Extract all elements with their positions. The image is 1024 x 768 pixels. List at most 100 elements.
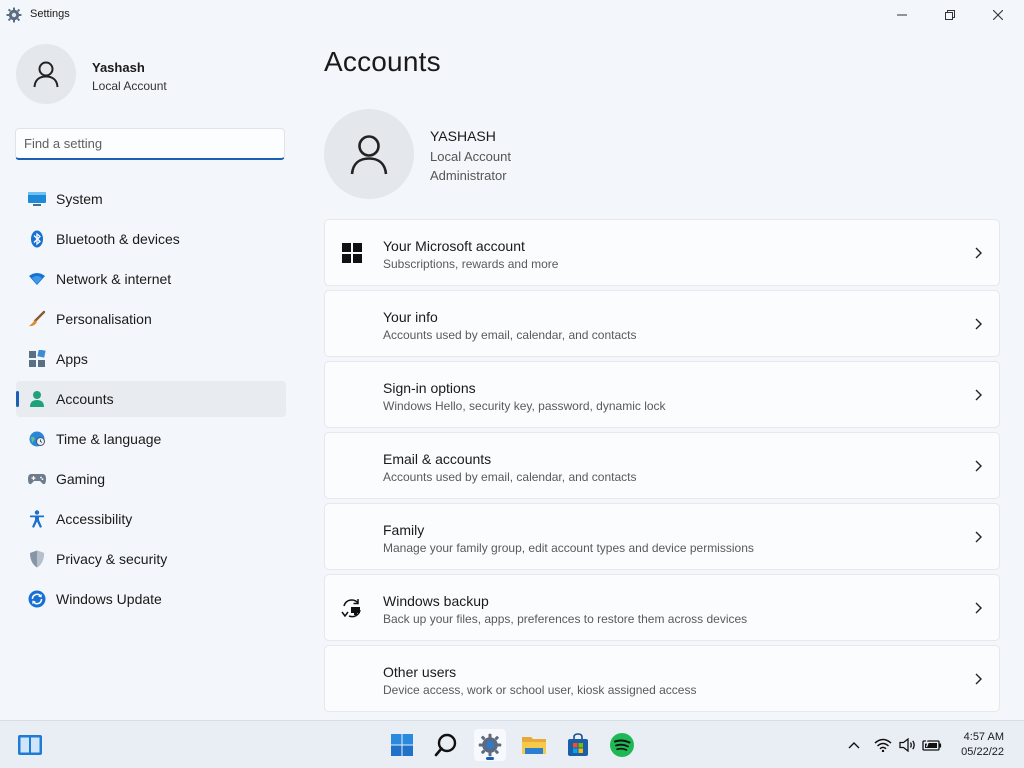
profile-avatar[interactable] <box>324 109 414 199</box>
apps-icon <box>28 350 46 368</box>
windows-logo-icon <box>341 242 363 264</box>
taskbar-clock[interactable]: 4:57 AM 05/22/22 <box>961 730 1004 760</box>
taskbar: 4:57 AM 05/22/22 <box>0 720 1024 768</box>
network-status-button[interactable] <box>874 733 892 757</box>
settings-taskbar-button[interactable] <box>474 729 506 761</box>
card-your-info[interactable]: Your info Accounts used by email, calend… <box>324 290 1000 357</box>
profile-name: YASHASH <box>430 128 496 144</box>
backup-sync-icon <box>341 597 363 619</box>
chevron-right-icon <box>975 389 982 401</box>
card-microsoft-account[interactable]: Your Microsoft account Subscriptions, re… <box>324 219 1000 286</box>
card-title: Windows backup <box>383 593 489 609</box>
brush-icon <box>28 310 46 328</box>
card-title: Other users <box>383 664 457 680</box>
card-family[interactable]: Family Manage your family group, edit ac… <box>324 503 1000 570</box>
card-windows-backup[interactable]: Windows backup Back up your files, apps,… <box>324 574 1000 641</box>
settings-window: Settings Yashash Local Account Find a se… <box>0 0 1024 720</box>
settings-gear-icon <box>478 733 502 757</box>
sidebar-item-bluetooth[interactable]: Bluetooth & devices <box>16 221 286 257</box>
battery-charging-icon <box>922 738 942 751</box>
speaker-icon <box>899 738 915 752</box>
profile-account-type: Local Account <box>430 149 511 164</box>
chevron-up-icon <box>848 742 860 749</box>
user-icon <box>33 61 59 88</box>
sidebar-item-gaming[interactable]: Gaming <box>16 461 286 497</box>
chevron-right-icon <box>975 247 982 259</box>
card-subtitle: Back up your files, apps, preferences to… <box>383 612 748 626</box>
file-explorer-button[interactable] <box>518 729 550 761</box>
profile-role: Administrator <box>430 168 507 183</box>
card-title: Your info <box>383 309 438 325</box>
card-title: Your Microsoft account <box>383 238 525 254</box>
title-bar: Settings <box>0 0 1024 30</box>
minimize-button[interactable] <box>878 0 926 30</box>
card-subtitle: Accounts used by email, calendar, and co… <box>383 470 637 484</box>
window-title: Settings <box>30 8 70 20</box>
battery-button[interactable] <box>922 733 942 757</box>
sidebar-item-label: Time & language <box>56 431 162 447</box>
clock-date: 05/22/22 <box>961 746 1004 758</box>
sidebar-profile[interactable]: Yashash Local Account <box>16 44 286 108</box>
widgets-button[interactable] <box>14 729 46 761</box>
sidebar-item-network[interactable]: Network & internet <box>16 261 286 297</box>
settings-gear-icon <box>6 7 22 23</box>
chevron-right-icon <box>975 531 982 543</box>
store-bag-icon <box>568 733 588 756</box>
user-icon <box>350 135 388 175</box>
volume-button[interactable] <box>899 733 917 757</box>
chevron-right-icon <box>975 318 982 330</box>
sidebar-item-accessibility[interactable]: Accessibility <box>16 501 286 537</box>
sidebar-item-accounts[interactable]: Accounts <box>16 381 286 417</box>
page-title: Accounts <box>324 46 441 77</box>
widgets-icon <box>18 735 42 755</box>
card-title: Sign-in options <box>383 380 476 396</box>
close-button[interactable] <box>974 0 1022 30</box>
card-sign-in-options[interactable]: Sign-in options Windows Hello, security … <box>324 361 1000 428</box>
chevron-right-icon <box>975 673 982 685</box>
search-icon <box>434 733 457 757</box>
sidebar-item-label: System <box>56 191 103 207</box>
card-subtitle: Accounts used by email, calendar, and co… <box>383 328 637 342</box>
search-button[interactable] <box>430 729 462 761</box>
sidebar-item-label: Windows Update <box>56 591 162 607</box>
accessibility-icon <box>28 510 46 528</box>
sidebar-item-privacy-security[interactable]: Privacy & security <box>16 541 286 577</box>
show-hidden-icons-button[interactable] <box>848 733 860 757</box>
close-icon <box>993 10 1003 20</box>
sidebar-item-time-language[interactable]: Time & language <box>16 421 286 457</box>
wifi-signal-icon <box>874 738 892 752</box>
sidebar-nav: System Bluetooth & devices Network & int… <box>16 181 286 621</box>
windows-start-icon <box>391 734 413 756</box>
sidebar-item-label: Accessibility <box>56 511 133 527</box>
sidebar-item-apps[interactable]: Apps <box>16 341 286 377</box>
search-input[interactable] <box>15 128 285 160</box>
start-button[interactable] <box>386 729 418 761</box>
card-subtitle: Subscriptions, rewards and more <box>383 257 559 271</box>
folder-icon <box>522 737 546 754</box>
sidebar-item-label: Gaming <box>56 471 106 487</box>
accounts-icon <box>28 390 46 408</box>
sidebar-item-label: Network & internet <box>56 271 172 287</box>
shield-icon <box>28 550 46 568</box>
user-name: Yashash <box>92 60 145 75</box>
card-email-accounts[interactable]: Email & accounts Accounts used by email,… <box>324 432 1000 499</box>
card-other-users[interactable]: Other users Device access, work or schoo… <box>324 645 1000 712</box>
sidebar-item-windows-update[interactable]: Windows Update <box>16 581 286 617</box>
spotify-button[interactable] <box>606 729 638 761</box>
card-title: Email & accounts <box>383 451 492 467</box>
restore-button[interactable] <box>926 0 974 30</box>
wifi-icon <box>28 270 46 288</box>
sidebar-item-label: Apps <box>56 351 88 367</box>
bluetooth-icon <box>28 230 46 248</box>
gamepad-icon <box>28 470 46 488</box>
card-subtitle: Windows Hello, security key, password, d… <box>383 399 666 413</box>
sidebar-item-personalisation[interactable]: Personalisation <box>16 301 286 337</box>
avatar <box>16 44 76 104</box>
sidebar-item-label: Privacy & security <box>56 551 168 567</box>
update-icon <box>28 590 46 608</box>
sidebar-item-system[interactable]: System <box>16 181 286 217</box>
chevron-right-icon <box>975 460 982 472</box>
sidebar-item-label: Personalisation <box>56 311 152 327</box>
chevron-right-icon <box>975 602 982 614</box>
microsoft-store-button[interactable] <box>562 729 594 761</box>
